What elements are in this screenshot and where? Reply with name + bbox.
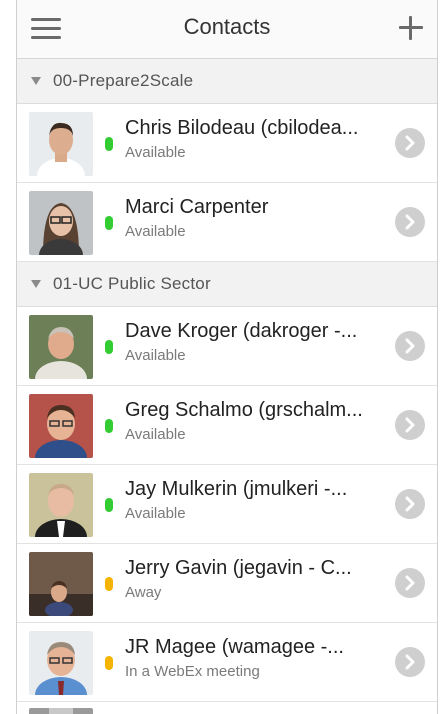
- group-header-prepare2scale[interactable]: 00-Prepare2Scale: [17, 59, 437, 104]
- contact-status: In a WebEx meeting: [125, 663, 260, 680]
- page-title: Contacts: [183, 14, 271, 39]
- avatar: [29, 473, 93, 537]
- triangle-down-icon[interactable]: [31, 77, 41, 85]
- contact-name: Chris Bilodeau (cbilodea...: [125, 117, 359, 139]
- group-header-uc-public-sector[interactable]: 01-UC Public Sector: [17, 262, 437, 307]
- avatar: [29, 112, 93, 176]
- contact-row[interactable]: JR Magee (wamagee -... In a WebEx meetin…: [17, 623, 437, 702]
- avatar: [29, 394, 93, 458]
- contact-row[interactable]: Greg Schalmo (grschalm... Available: [17, 386, 437, 465]
- presence-indicator-available: [105, 419, 113, 433]
- avatar: [29, 191, 93, 255]
- contact-name: Jerry Gavin (jegavin - C...: [125, 557, 352, 579]
- contact-status: Available: [125, 347, 186, 364]
- chevron-right-circle-icon[interactable]: [395, 331, 425, 361]
- triangle-down-icon[interactable]: [31, 280, 41, 288]
- presence-indicator-away: [105, 577, 113, 591]
- contact-name: Jay Mulkerin (jmulkeri -...: [125, 478, 348, 500]
- presence-indicator-in-meeting: [105, 656, 113, 670]
- contact-row-partial[interactable]: [17, 702, 437, 714]
- presence-indicator-available: [105, 498, 113, 512]
- contact-status: Available: [125, 223, 186, 240]
- chevron-right-circle-icon[interactable]: [395, 647, 425, 677]
- add-contact-plus-icon[interactable]: [397, 14, 425, 42]
- contact-row[interactable]: Jay Mulkerin (jmulkeri -... Available: [17, 465, 437, 544]
- contact-status: Away: [125, 584, 162, 601]
- group-label: 01-UC Public Sector: [53, 274, 211, 293]
- contact-row[interactable]: Jerry Gavin (jegavin - C... Away: [17, 544, 437, 623]
- app-header: Contacts: [17, 0, 437, 59]
- avatar: [29, 552, 93, 616]
- presence-indicator-available: [105, 340, 113, 354]
- contact-row[interactable]: Chris Bilodeau (cbilodea... Available: [17, 104, 437, 183]
- presence-indicator-available: [105, 137, 113, 151]
- group-label: 00-Prepare2Scale: [53, 71, 194, 90]
- contact-name: Marci Carpenter: [125, 196, 269, 218]
- contacts-screen: Contacts 00-Prepare2Scale Chris Bilodeau…: [16, 0, 438, 714]
- contact-status: Available: [125, 426, 186, 443]
- contact-name: Dave Kroger (dakroger -...: [125, 320, 358, 342]
- contact-status: Available: [125, 505, 186, 522]
- contact-name: Greg Schalmo (grschalm...: [125, 399, 363, 421]
- presence-indicator-available: [105, 216, 113, 230]
- chevron-right-circle-icon[interactable]: [395, 568, 425, 598]
- contact-row[interactable]: Marci Carpenter Available: [17, 183, 437, 262]
- chevron-right-circle-icon[interactable]: [395, 128, 425, 158]
- contact-name: JR Magee (wamagee -...: [125, 636, 344, 658]
- chevron-right-circle-icon[interactable]: [395, 410, 425, 440]
- chevron-right-circle-icon[interactable]: [395, 489, 425, 519]
- avatar: [29, 631, 93, 695]
- avatar: [29, 708, 93, 714]
- contact-status: Available: [125, 144, 186, 161]
- avatar: [29, 315, 93, 379]
- chevron-right-circle-icon[interactable]: [395, 207, 425, 237]
- contact-row[interactable]: Dave Kroger (dakroger -... Available: [17, 307, 437, 386]
